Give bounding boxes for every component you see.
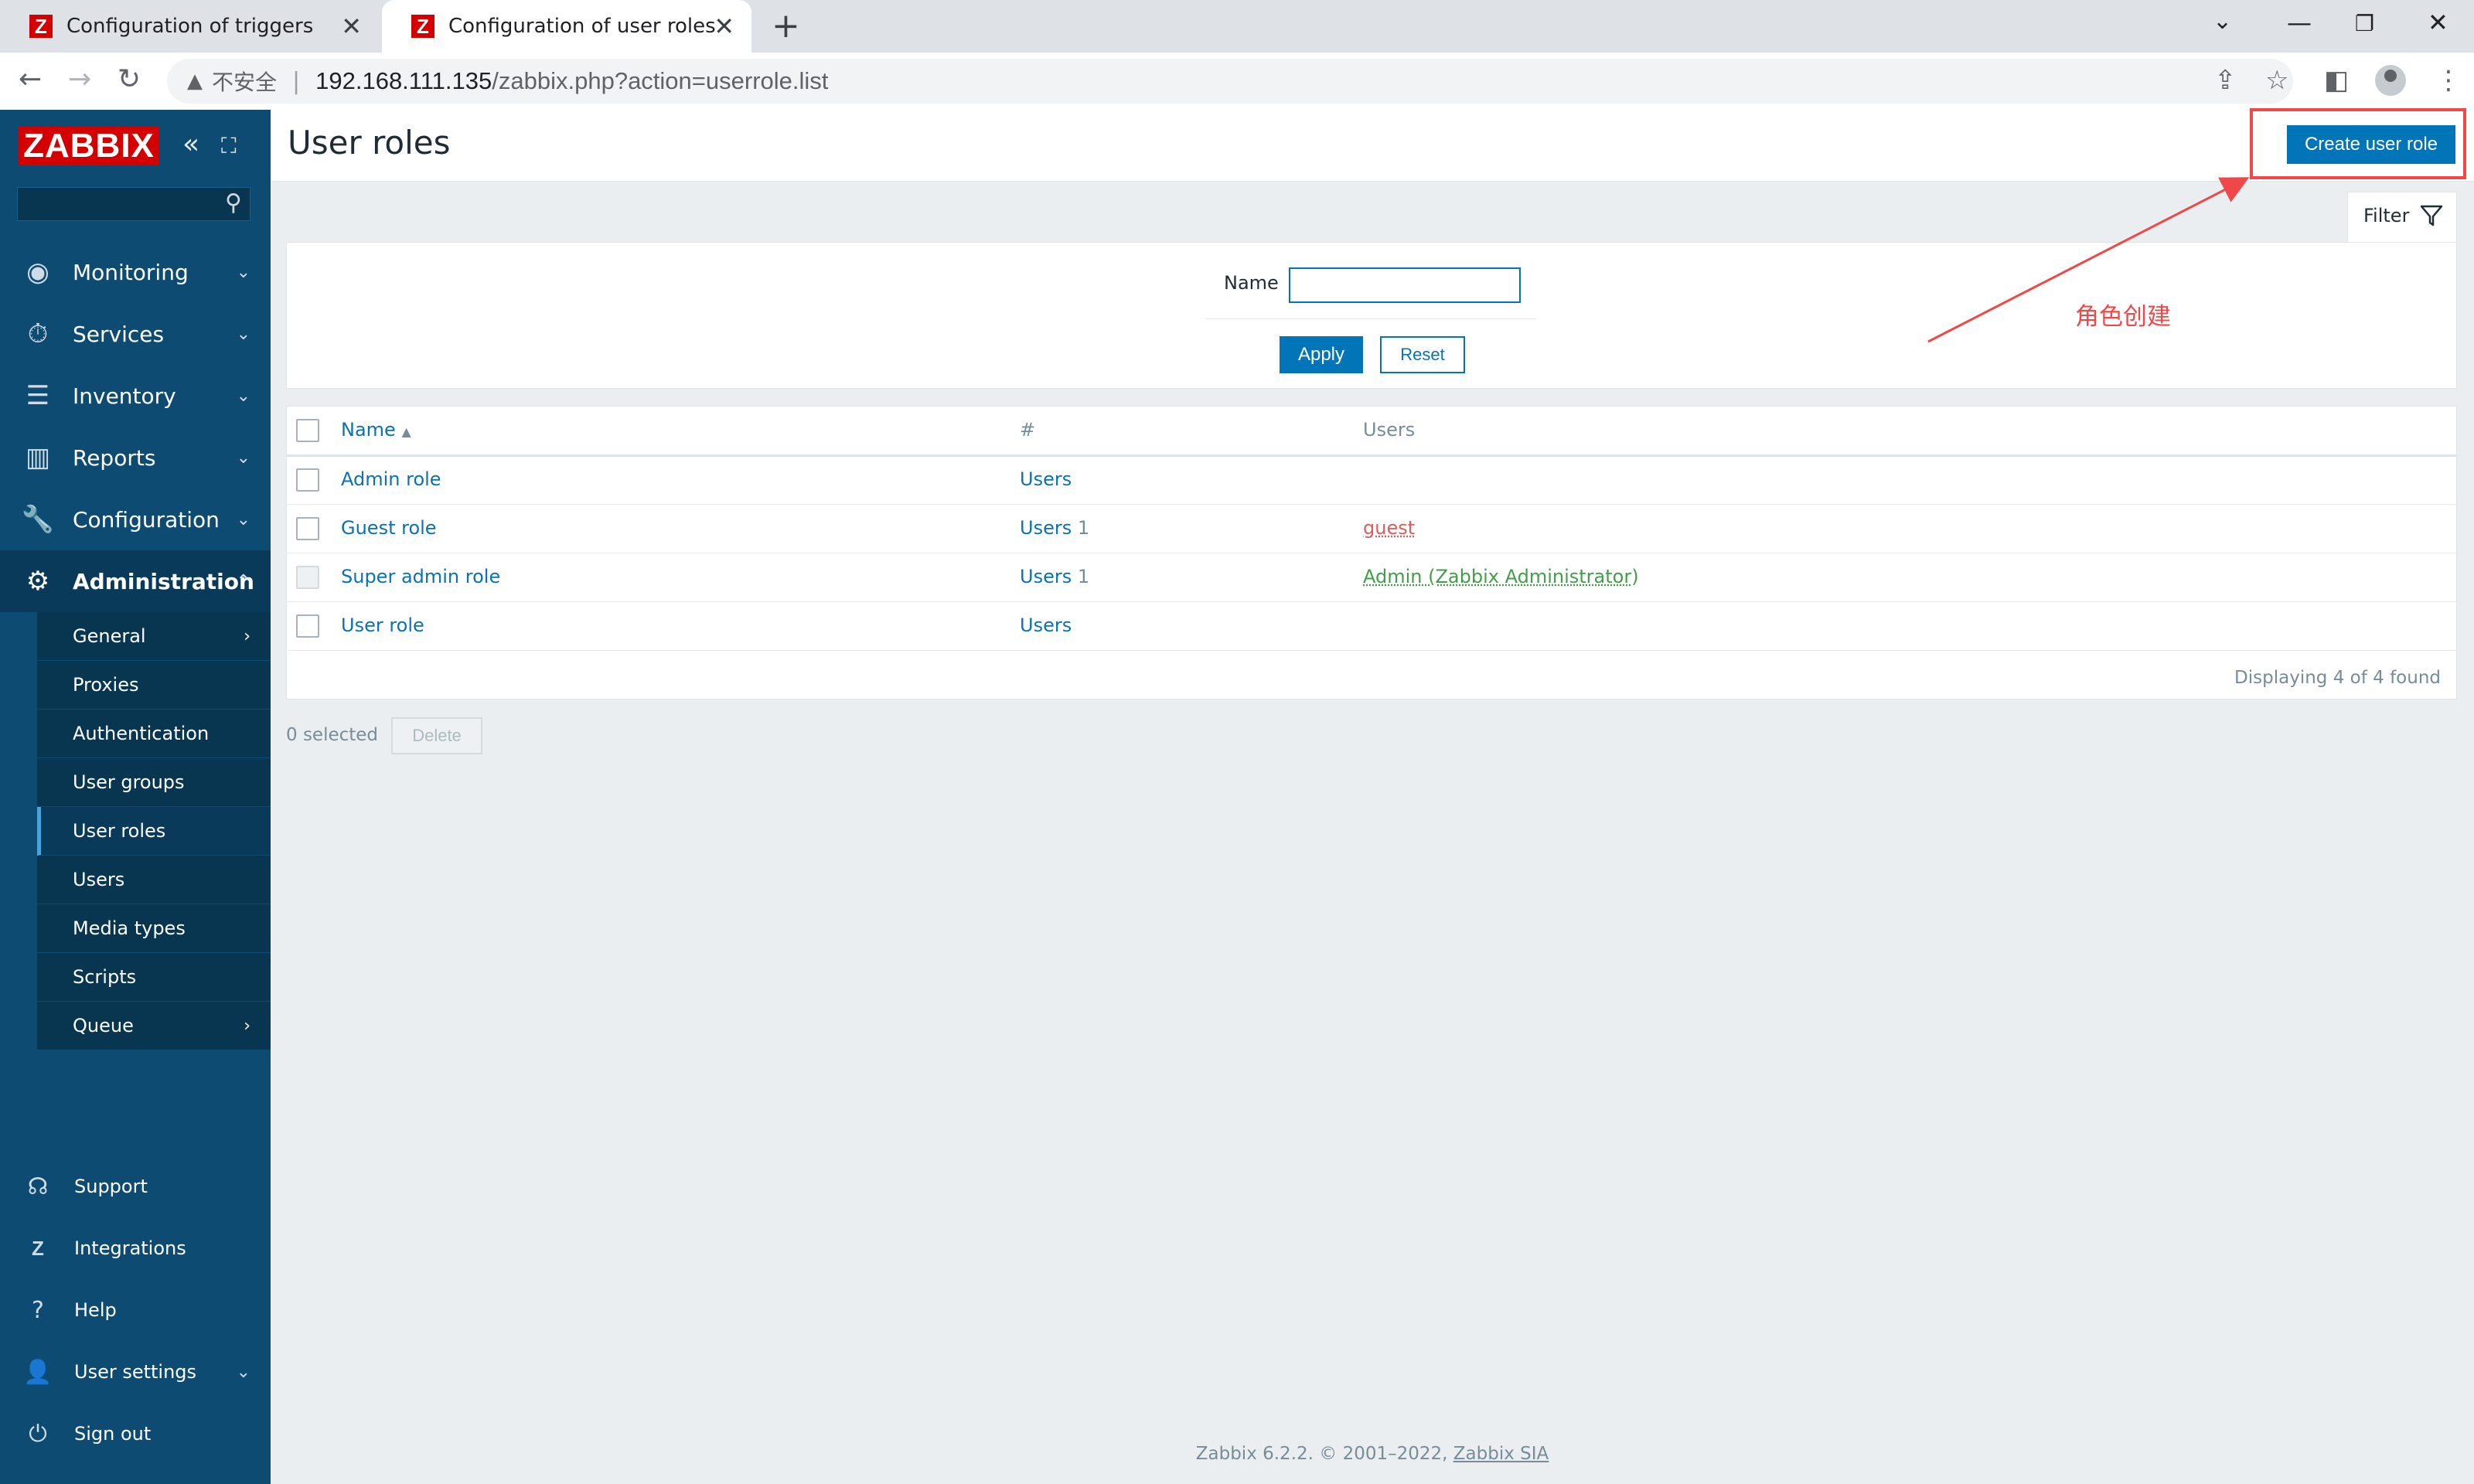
annotation-arrow — [1927, 177, 2250, 343]
annotation-label: 角色创建 — [2075, 303, 2171, 331]
